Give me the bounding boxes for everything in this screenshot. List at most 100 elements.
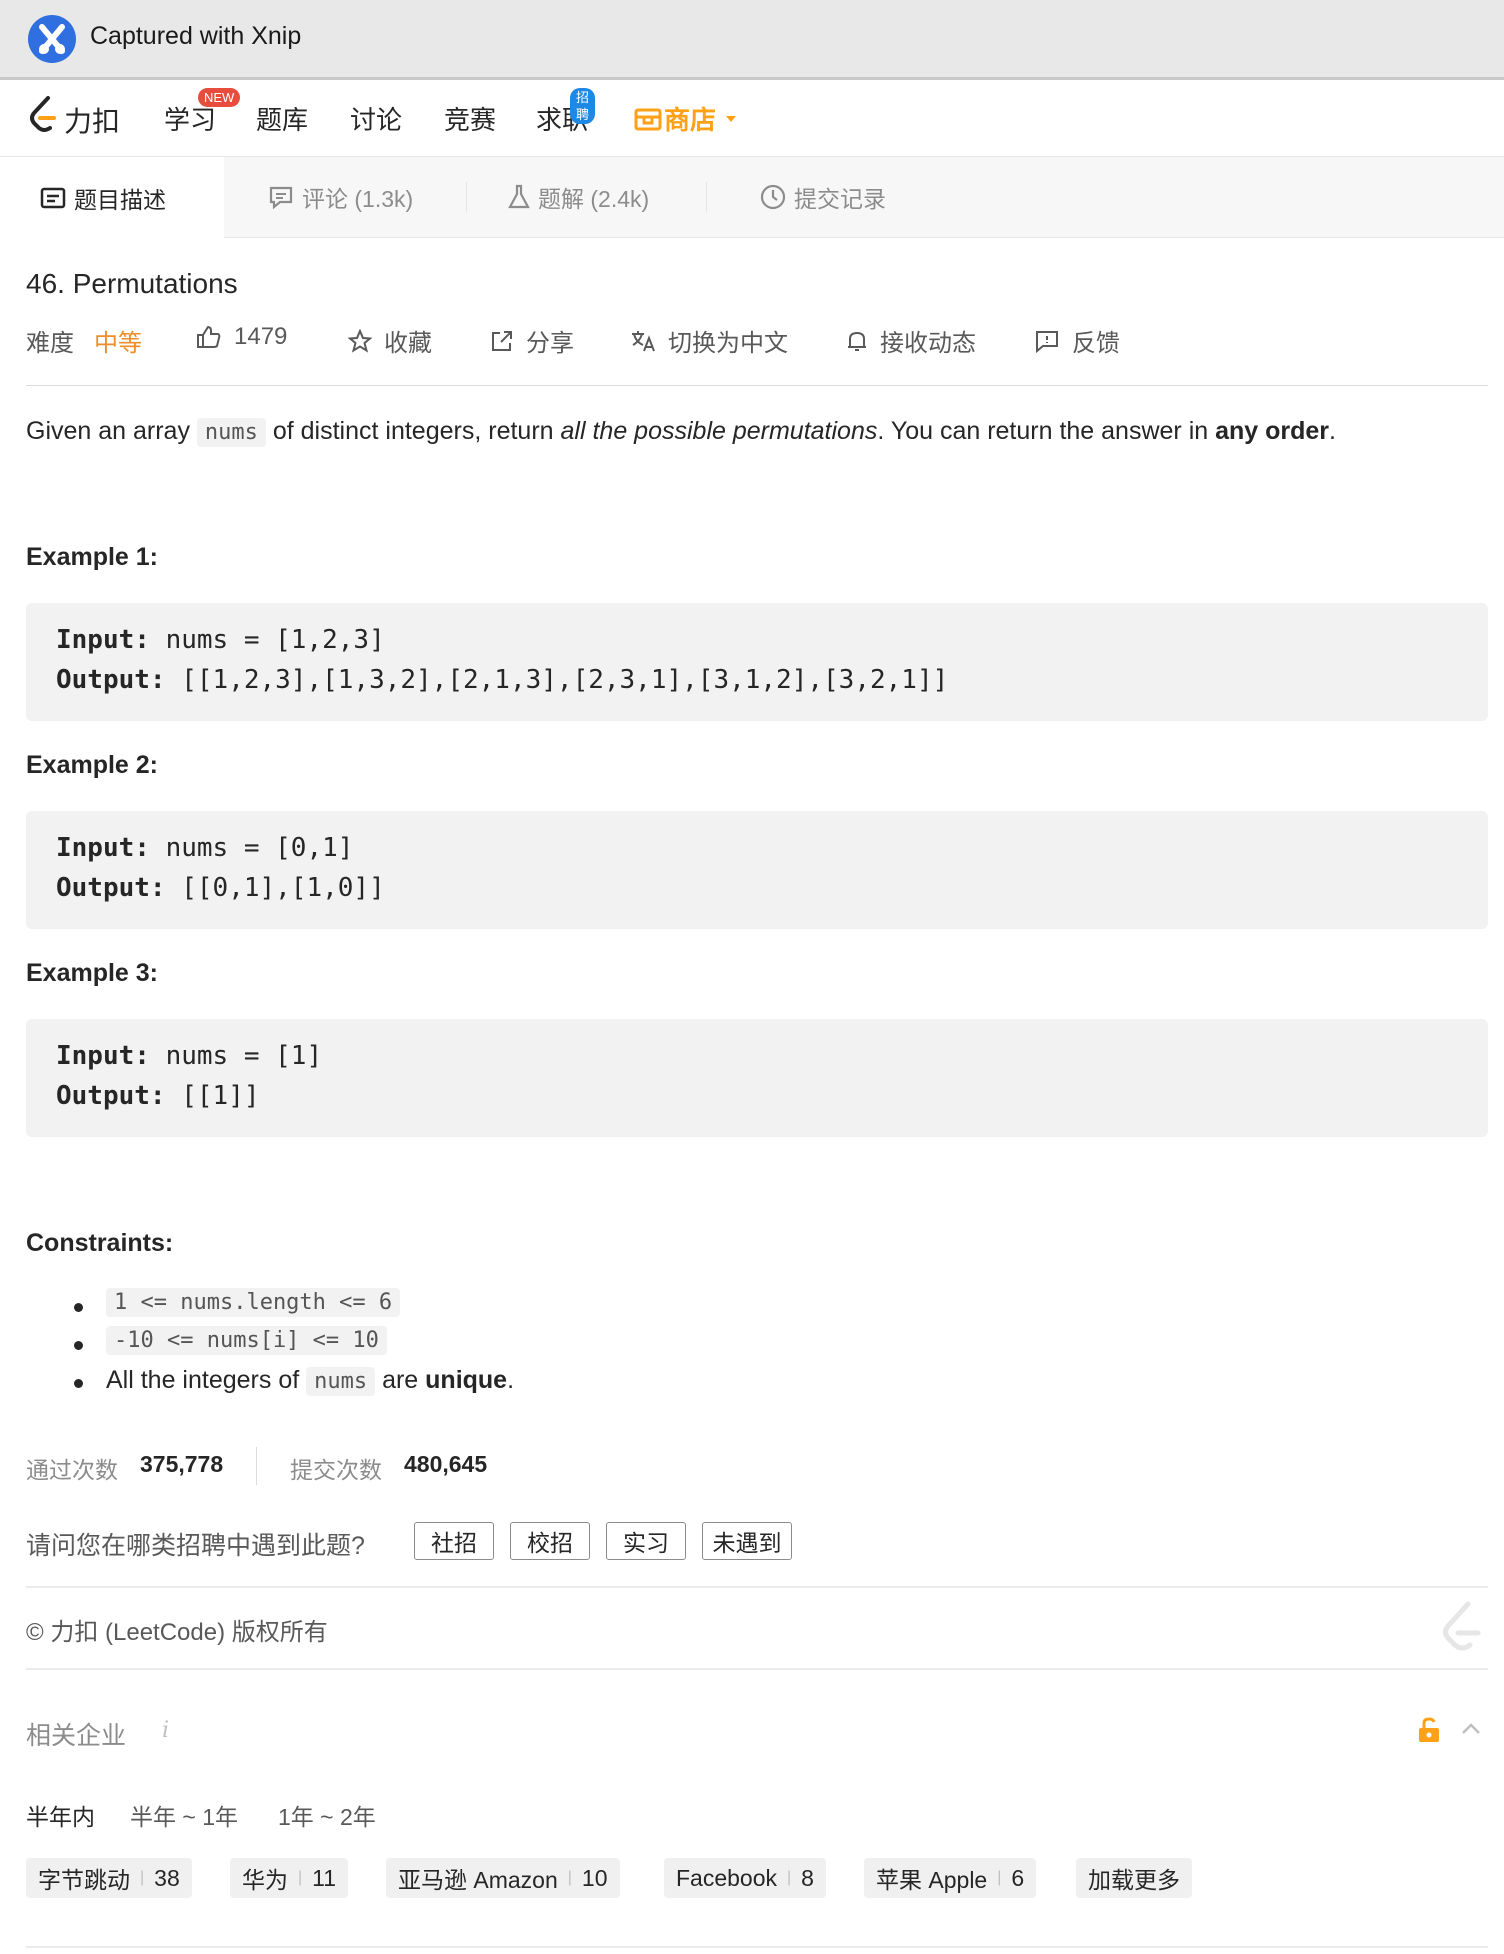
nav-item-store[interactable]: 商店 <box>634 100 738 137</box>
example-block: Input: nums = [1] Output: [[1]] <box>26 1019 1488 1137</box>
example-input: Input: nums = [1,2,3] <box>56 625 385 655</box>
subscribe-button[interactable]: 接收动态 <box>846 323 976 358</box>
difficulty-label: 难度 <box>26 330 74 357</box>
tab-submissions[interactable]: 提交记录 <box>760 157 886 237</box>
like-count: 1479 <box>234 323 288 350</box>
companies-heading: 相关企业 <box>26 1722 127 1750</box>
submissions-label: 提交次数 <box>290 1457 382 1483</box>
translate-icon <box>632 330 655 351</box>
feedback-icon <box>1036 330 1058 353</box>
output-label: Output: <box>56 665 166 695</box>
example-output: Output: [[1]] <box>56 1081 260 1111</box>
survey-option-social[interactable]: 社招 <box>414 1522 494 1560</box>
inline-code: nums <box>306 1367 376 1396</box>
example-block: Input: nums = [1,2,3] Output: [[1,2,3],[… <box>26 603 1488 721</box>
tab-description[interactable]: 题目描述 <box>0 157 224 238</box>
period-tab-half-year[interactable]: 半年内 <box>26 1798 95 1832</box>
unlock-icon[interactable] <box>1416 1716 1442 1749</box>
input-value: nums = [0,1] <box>149 833 354 863</box>
top-nav: 力扣 学习 NEW 题库 讨论 竞赛 求职 招聘 商店 <box>0 80 1504 157</box>
survey-option-campus[interactable]: 校招 <box>510 1522 590 1560</box>
company-name: 亚马逊 Amazon <box>398 1867 558 1893</box>
xnip-header: Captured with Xnip <box>0 0 1504 80</box>
output-label: Output: <box>56 873 166 903</box>
like-button[interactable]: 1479 <box>196 323 287 351</box>
problem-title: 46. Permutations <box>26 268 238 299</box>
example-block: Input: nums = [0,1] Output: [[0,1],[1,0]… <box>26 811 1488 929</box>
description-text: Given an array <box>26 417 190 445</box>
example-heading: Example 3: <box>26 959 159 987</box>
share-button[interactable]: 分享 <box>490 323 574 358</box>
description-text: . You can return the answer in <box>877 417 1209 445</box>
divider <box>26 1946 1488 1948</box>
tab-comments[interactable]: 评论 (1.3k) <box>268 157 413 237</box>
constraints-heading: Constraints: <box>26 1229 174 1257</box>
bullet <box>74 1341 83 1350</box>
description-text: . <box>1329 417 1336 445</box>
input-label: Input: <box>56 1041 150 1071</box>
switch-language-button[interactable]: 切换为中文 <box>630 323 788 358</box>
example-output: Output: [[1,2,3],[1,3,2],[2,1,3],[2,3,1]… <box>56 665 948 695</box>
tag-separator: | <box>140 1869 145 1886</box>
nav-item-label: 学习 <box>164 105 217 135</box>
example-heading: Example 2: <box>26 751 159 779</box>
input-value: nums = [1] <box>149 1041 323 1071</box>
output-value: [[1]] <box>165 1081 260 1111</box>
divider <box>26 1586 1488 1588</box>
tag-separator: | <box>567 1869 572 1886</box>
company-count: 11 <box>312 1864 337 1891</box>
favorite-button[interactable]: 收藏 <box>348 323 432 358</box>
info-icon[interactable]: i <box>162 1718 169 1743</box>
leetcode-watermark-icon <box>1438 1600 1486 1661</box>
company-tag[interactable]: Facebook | 8 <box>664 1858 826 1898</box>
chevron-up-icon[interactable] <box>1460 1720 1482 1743</box>
company-tag[interactable]: 字节跳动 | 38 <box>26 1858 192 1898</box>
company-name: 苹果 Apple <box>876 1867 988 1893</box>
period-tab-half-to-one[interactable]: 半年 ~ 1年 <box>130 1798 238 1832</box>
company-tag[interactable]: 亚马逊 Amazon | 10 <box>386 1858 620 1898</box>
nav-item-learn[interactable]: 学习 NEW <box>164 88 241 137</box>
constraint-text: are <box>382 1366 419 1394</box>
tab-label: 题解 (2.4k) <box>538 186 650 212</box>
survey-question: 请问您在哪类招聘中遇到此题? <box>26 1532 365 1560</box>
favorite-label: 收藏 <box>384 330 432 357</box>
logo-text[interactable]: 力扣 <box>64 100 120 140</box>
company-tag[interactable]: 苹果 Apple | 6 <box>864 1858 1037 1898</box>
tab-divider <box>466 182 467 212</box>
output-value: [[0,1],[1,0]] <box>165 873 385 903</box>
bell-icon <box>848 331 866 351</box>
tag-separator: | <box>997 1869 1002 1886</box>
tab-divider <box>706 182 707 212</box>
problem-tabs: 题目描述 评论 (1.3k) 题解 (2.4k) 提交记录 <box>0 157 1504 238</box>
input-value: nums = [1,2,3] <box>149 625 385 655</box>
description-emphasis: all the possible permutations <box>560 417 878 445</box>
nav-item-discuss[interactable]: 讨论 <box>350 100 402 137</box>
nav-item-problems[interactable]: 题库 <box>256 100 308 137</box>
company-count: 38 <box>154 1864 180 1891</box>
accepted-label: 通过次数 <box>26 1457 118 1483</box>
nav-item-jobs[interactable]: 求职 招聘 <box>536 88 596 137</box>
nav-item-contest[interactable]: 竞赛 <box>444 100 496 137</box>
survey-option-intern[interactable]: 实习 <box>606 1522 686 1560</box>
divider <box>26 385 1488 386</box>
leetcode-logo[interactable] <box>26 94 60 139</box>
example-heading: Example 1: <box>26 543 159 571</box>
feedback-button[interactable]: 反馈 <box>1034 323 1120 358</box>
flask-icon <box>508 184 530 209</box>
input-label: Input: <box>56 833 150 863</box>
bullet <box>74 1379 83 1388</box>
load-more-button[interactable]: 加载更多 <box>1076 1858 1192 1898</box>
share-label: 分享 <box>526 330 574 357</box>
period-tab-one-to-two[interactable]: 1年 ~ 2年 <box>278 1798 376 1832</box>
survey-option-none[interactable]: 未遇到 <box>702 1522 792 1560</box>
xnip-logo-icon <box>28 15 76 63</box>
tab-label: 提交记录 <box>794 186 886 212</box>
tab-solutions[interactable]: 题解 (2.4k) <box>508 157 649 237</box>
company-tag[interactable]: 华为 | 11 <box>230 1858 349 1898</box>
output-label: Output: <box>56 1081 166 1111</box>
description-text: of distinct integers, return <box>272 417 554 445</box>
thumbs-up-icon <box>197 325 221 348</box>
tag-separator: | <box>787 1869 792 1886</box>
star-icon <box>348 328 372 353</box>
accepted-count: 375,778 <box>140 1451 224 1477</box>
